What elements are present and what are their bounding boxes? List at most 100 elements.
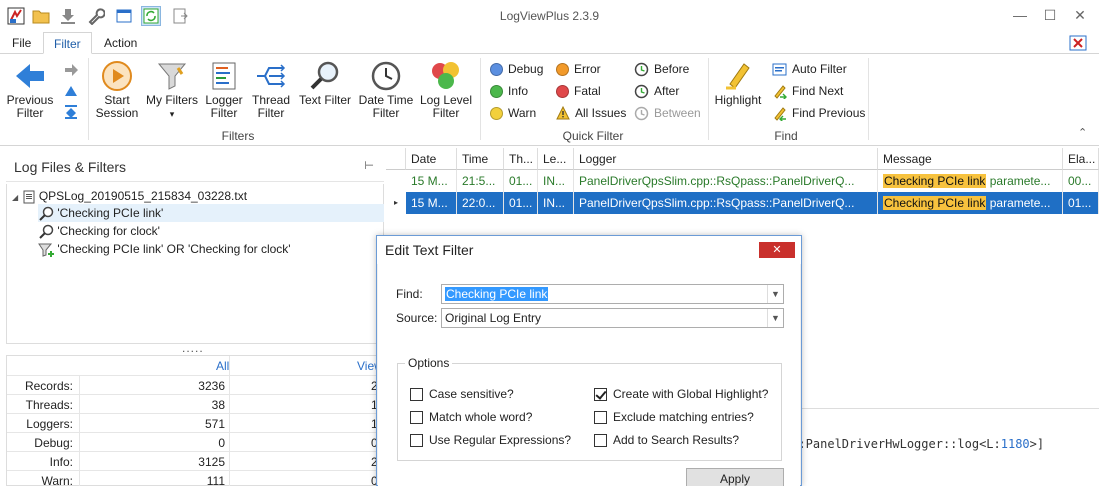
highlighter-icon (726, 63, 750, 90)
close-window-button[interactable]: ✕ (1066, 4, 1094, 26)
splitter-handle[interactable]: ..... (182, 341, 204, 355)
close-document-icon[interactable] (1069, 35, 1087, 51)
ribbon: Previous Filter Start Session My Filters… (0, 54, 1099, 146)
col-date[interactable]: Date (406, 148, 457, 170)
table-row-selected[interactable]: ▸ 15 M... 22:0... 01... IN... PanelDrive… (386, 192, 1099, 214)
previous-filter-button[interactable]: Previous Filter (4, 60, 56, 120)
quick-debug-button[interactable]: Debug (490, 60, 543, 78)
merge-filter-icon (38, 243, 54, 257)
warning-triangle-icon (556, 106, 570, 120)
fatal-dot-icon (556, 84, 569, 98)
col-thread[interactable]: Th... (504, 148, 538, 170)
logger-icon (212, 62, 236, 90)
source-label: Source: (396, 311, 438, 325)
col-elapsed[interactable]: Ela... (1063, 148, 1099, 170)
add-to-search-checkbox[interactable]: Add to Search Results? (594, 433, 739, 447)
quick-filter-group-label: Quick Filter (562, 129, 624, 143)
app-title: LogViewPlus 2.3.9 (499, 9, 600, 23)
clock-after-icon (634, 84, 649, 98)
options-label: Options (405, 356, 453, 370)
find-next-button[interactable]: Find Next (772, 82, 843, 100)
log-files-header: Log Files & Filters ⊢ (6, 150, 384, 182)
stats-row: Records: 3236 2 (7, 376, 385, 395)
quick-after-button[interactable]: After (634, 82, 679, 100)
row-header-column (386, 148, 406, 170)
play-icon (102, 61, 132, 91)
start-session-button[interactable]: Start Session (94, 60, 140, 120)
logger-filter-button[interactable]: Logger Filter (202, 60, 246, 120)
info-dot-icon (490, 84, 503, 98)
tree-item-filter-1[interactable]: 'Checking PCIe link' (38, 204, 384, 222)
collapse-ribbon-icon[interactable]: ⌃ (1078, 126, 1087, 139)
find-previous-button[interactable]: Find Previous (772, 104, 865, 122)
table-row[interactable]: 15 M... 21:5... 01... IN... PanelDriverQ… (386, 170, 1099, 192)
arrow-left-icon (16, 64, 44, 88)
clock-between-icon (634, 106, 649, 120)
quick-fatal-button[interactable]: Fatal (556, 82, 601, 100)
dialog-title: Edit Text Filter (385, 242, 474, 258)
quick-error-button[interactable]: Error (556, 60, 601, 78)
tree-item-filter-2[interactable]: 'Checking for clock' (38, 222, 160, 240)
my-filters-button[interactable]: My Filters ▾ (144, 60, 200, 121)
loglevel-filter-button[interactable]: Log Level Filter (418, 60, 474, 120)
minimize-button[interactable]: — (1006, 4, 1034, 26)
text-filter-button[interactable]: Text Filter (297, 60, 353, 107)
clock-before-icon (634, 62, 649, 76)
log-level-icon (432, 62, 459, 89)
dialog-close-button[interactable]: ✕ (759, 242, 795, 258)
quick-info-button[interactable]: Info (490, 82, 528, 100)
thread-filter-button[interactable]: Thread Filter (249, 60, 293, 120)
stats-row: Warn: 111 0 (41, 474, 378, 486)
current-row-indicator: ▸ (386, 192, 406, 214)
warn-dot-icon (490, 106, 503, 120)
file-icon (23, 190, 34, 204)
maximize-button[interactable]: ☐ (1036, 4, 1064, 26)
filters-group-label: Filters (221, 129, 255, 143)
tree-item-file[interactable]: ◢ QPSLog_20190515_215834_03228.txt (12, 187, 247, 205)
find-label: Find: (396, 287, 423, 301)
arrow-up-icon[interactable] (63, 84, 79, 100)
col-level[interactable]: Le... (538, 148, 574, 170)
quick-between-button: Between (634, 104, 701, 122)
stats-row: Loggers: 571 1 (7, 414, 385, 433)
dialog-body: Find: Checking PCIe link ▼ Source: Origi… (378, 264, 800, 486)
menu-bar: File Filter Action (0, 32, 1099, 54)
find-previous-icon (774, 106, 786, 121)
datetime-filter-button[interactable]: Date Time Filter (358, 60, 414, 120)
magnifier-icon (310, 61, 339, 90)
tree-item-filter-3[interactable]: 'Checking PCIe link' OR 'Checking for cl… (38, 240, 291, 258)
collapse-icon[interactable] (63, 104, 79, 120)
stats-row: Info: 3125 2 (7, 452, 385, 471)
chevron-down-icon[interactable]: ▼ (767, 285, 783, 303)
tab-action[interactable]: Action (96, 32, 145, 54)
stats-row: Debug: 0 0 (7, 433, 385, 452)
tab-filter[interactable]: Filter (43, 32, 92, 54)
apply-button[interactable]: Apply (686, 468, 784, 486)
col-logger[interactable]: Logger (574, 148, 878, 170)
clock-icon (371, 61, 401, 91)
case-sensitive-checkbox[interactable]: Case sensitive? (410, 387, 514, 401)
col-message[interactable]: Message (878, 148, 1063, 170)
collapse-arrow-icon[interactable]: ◢ (12, 193, 18, 202)
global-highlight-checkbox[interactable]: Create with Global Highlight? (594, 387, 768, 401)
col-time[interactable]: Time (457, 148, 504, 170)
tab-file[interactable]: File (4, 32, 39, 54)
find-combobox[interactable]: Checking PCIe link ▼ (441, 284, 784, 304)
match-whole-word-checkbox[interactable]: Match whole word? (410, 410, 532, 424)
source-select[interactable]: Original Log Entry ▼ (441, 308, 784, 328)
chevron-down-icon: ▾ (169, 109, 175, 119)
find-next-icon (774, 84, 787, 99)
dialog-title-bar: Edit Text Filter ✕ (377, 236, 801, 264)
col-all: All (216, 359, 230, 373)
arrow-right-icon[interactable] (63, 62, 79, 78)
pin-icon[interactable]: ⊢ (364, 159, 374, 172)
auto-filter-button[interactable]: Auto Filter (772, 60, 847, 78)
use-regex-checkbox[interactable]: Use Regular Expressions? (410, 433, 571, 447)
debug-dot-icon (490, 62, 503, 76)
highlight-button[interactable]: Highlight (714, 60, 762, 107)
chevron-down-icon[interactable]: ▼ (767, 309, 783, 327)
exclude-matching-checkbox[interactable]: Exclude matching entries? (594, 410, 754, 424)
quick-warn-button[interactable]: Warn (490, 104, 536, 122)
quick-before-button[interactable]: Before (634, 60, 689, 78)
quick-all-issues-button[interactable]: All Issues (556, 104, 626, 122)
